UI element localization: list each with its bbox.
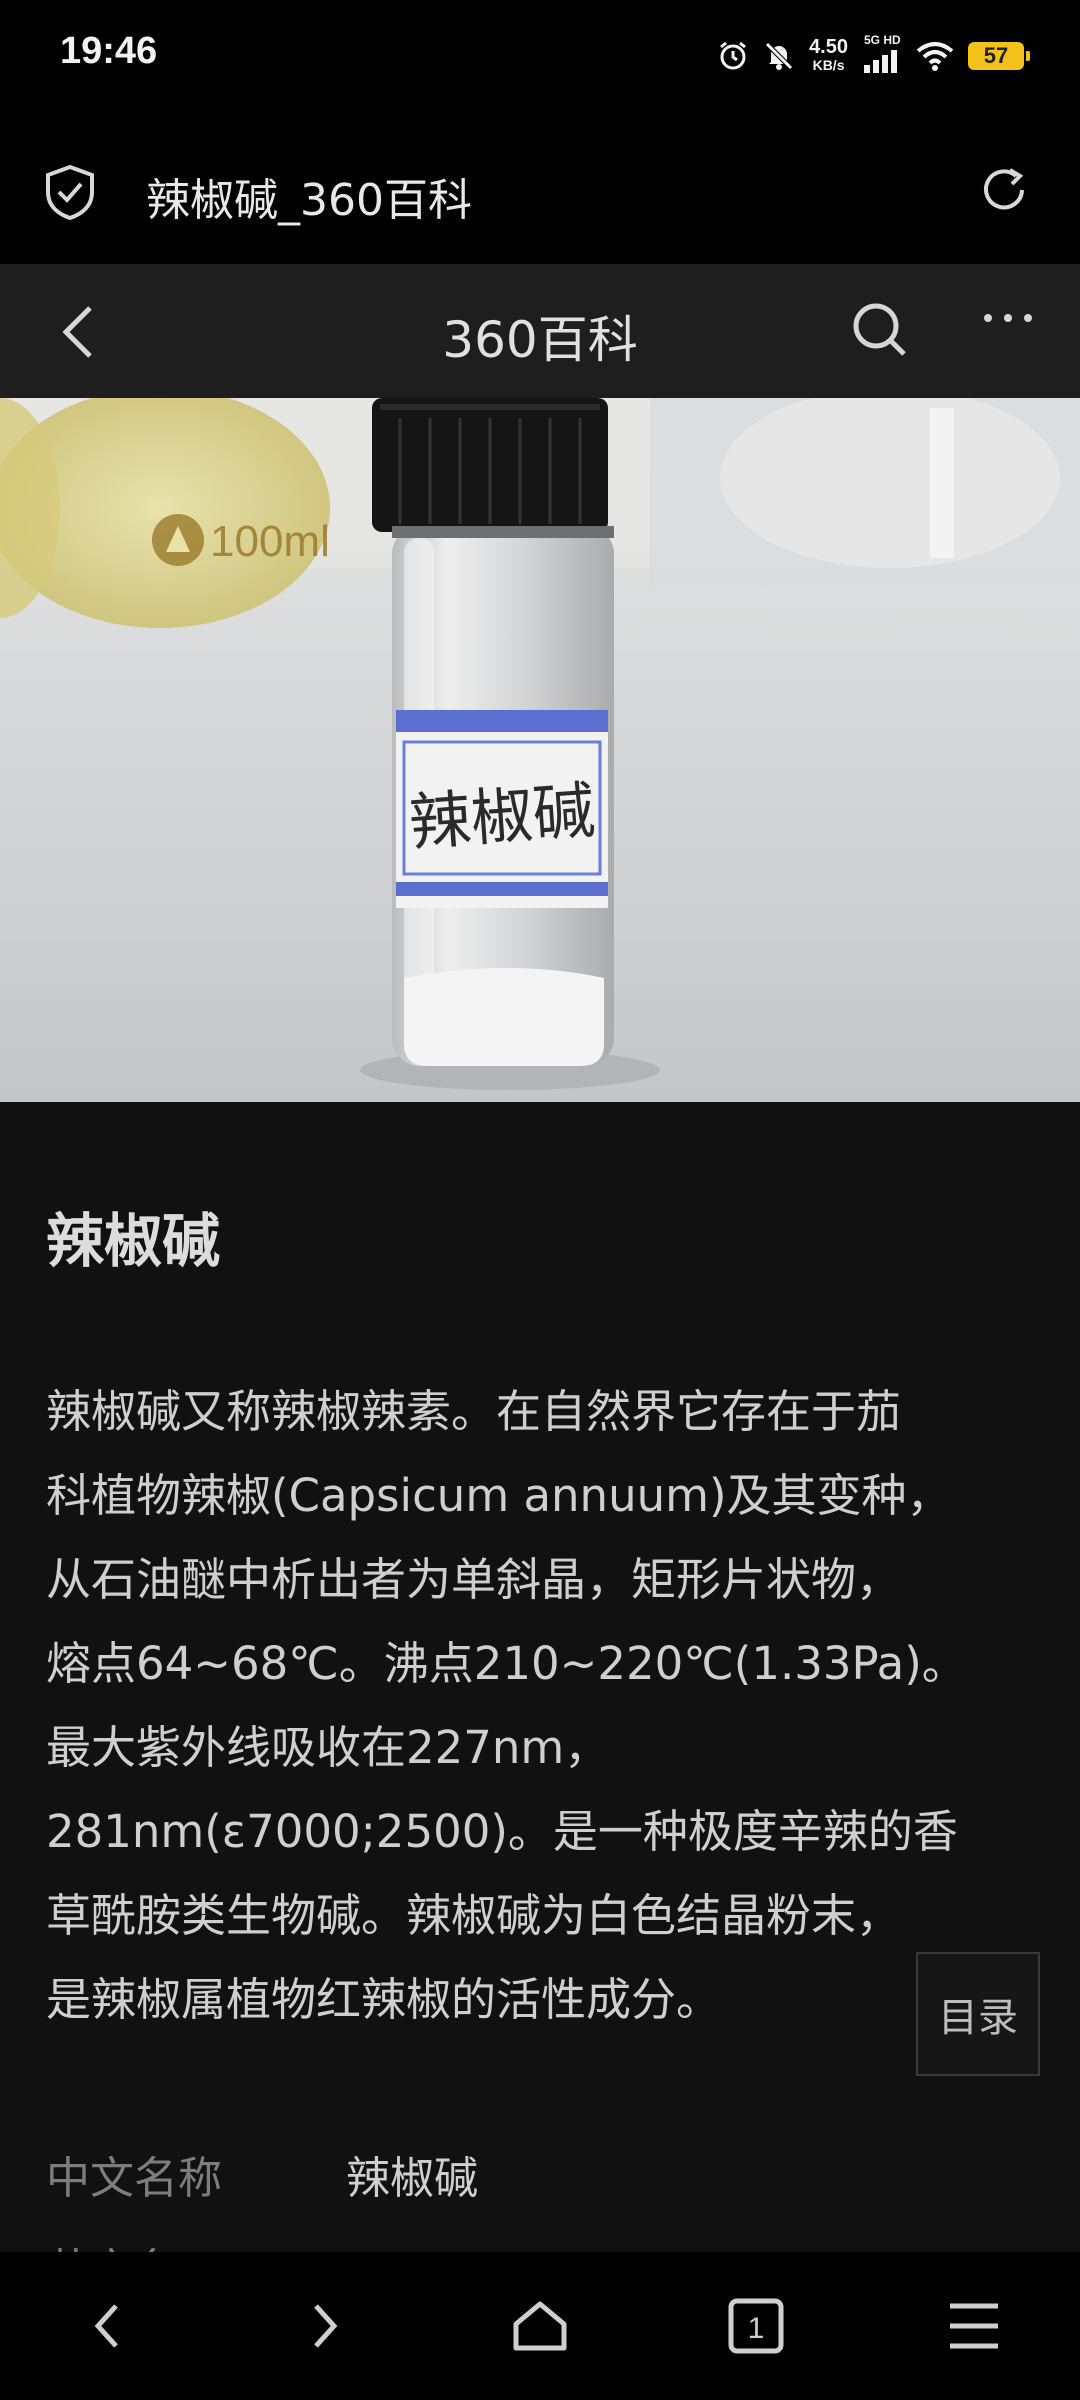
home-icon[interactable] <box>510 2296 570 2360</box>
flask-label: 100ml <box>210 517 330 566</box>
net-speed-unit: KB/s <box>812 57 845 73</box>
vial-label: 辣椒碱 <box>407 774 598 860</box>
nav-back-icon[interactable] <box>88 2296 128 2360</box>
article-body: 辣椒碱又称辣椒辣素。在自然界它存在于茄 科植物辣椒(Capsicum annuu… <box>46 1385 967 2026</box>
flask-logo: 100ml <box>152 514 330 566</box>
hero-image: 100ml 辣椒碱 <box>0 398 1080 1102</box>
tab-count: 1 <box>748 2312 765 2345</box>
nav-forward-icon[interactable] <box>304 2296 344 2360</box>
net-speed: 4.50 KB/s <box>809 36 848 74</box>
status-icons: 4.50 KB/s 5G HD 57 <box>717 33 1030 78</box>
more-icon[interactable] <box>980 308 1036 332</box>
alarm-icon <box>717 40 749 72</box>
shield-icon[interactable] <box>44 164 96 224</box>
site-title: 360百科 <box>442 311 638 369</box>
signal-icon: 5G HD <box>862 33 902 73</box>
hero-photo: 100ml 辣椒碱 <box>0 398 1080 1102</box>
search-icon[interactable] <box>850 300 910 364</box>
status-time: 19:46 <box>60 30 158 72</box>
info-value-chinese-name: 辣椒碱 <box>346 2153 478 2204</box>
address-bar: 辣椒碱_360百科 <box>0 112 1080 264</box>
wifi-icon <box>916 41 954 71</box>
page-title[interactable]: 辣椒碱_360百科 <box>146 164 472 228</box>
tabs-icon[interactable]: 1 <box>726 2296 786 2360</box>
signal-label: 5G HD <box>864 33 901 47</box>
reload-icon[interactable] <box>976 162 1032 222</box>
toc-button[interactable]: 目录 <box>916 1952 1040 2076</box>
mute-icon <box>763 40 795 72</box>
bottom-nav: 1 <box>0 2252 1080 2400</box>
article-title: 辣椒碱 <box>46 1207 221 1275</box>
article-content: 辣椒碱 辣椒碱又称辣椒辣素。在自然界它存在于茄 科植物辣椒(Capsicum a… <box>0 1102 1080 2296</box>
info-label-chinese-name: 中文名称 <box>46 2153 222 2204</box>
menu-icon[interactable] <box>944 2296 1004 2360</box>
site-header: 360百科 <box>0 264 1080 398</box>
battery-icon: 57 <box>968 42 1030 70</box>
status-bar: 19:46 4.50 KB/s 5G HD 57 <box>0 0 1080 112</box>
net-speed-value: 4.50 <box>809 36 848 58</box>
